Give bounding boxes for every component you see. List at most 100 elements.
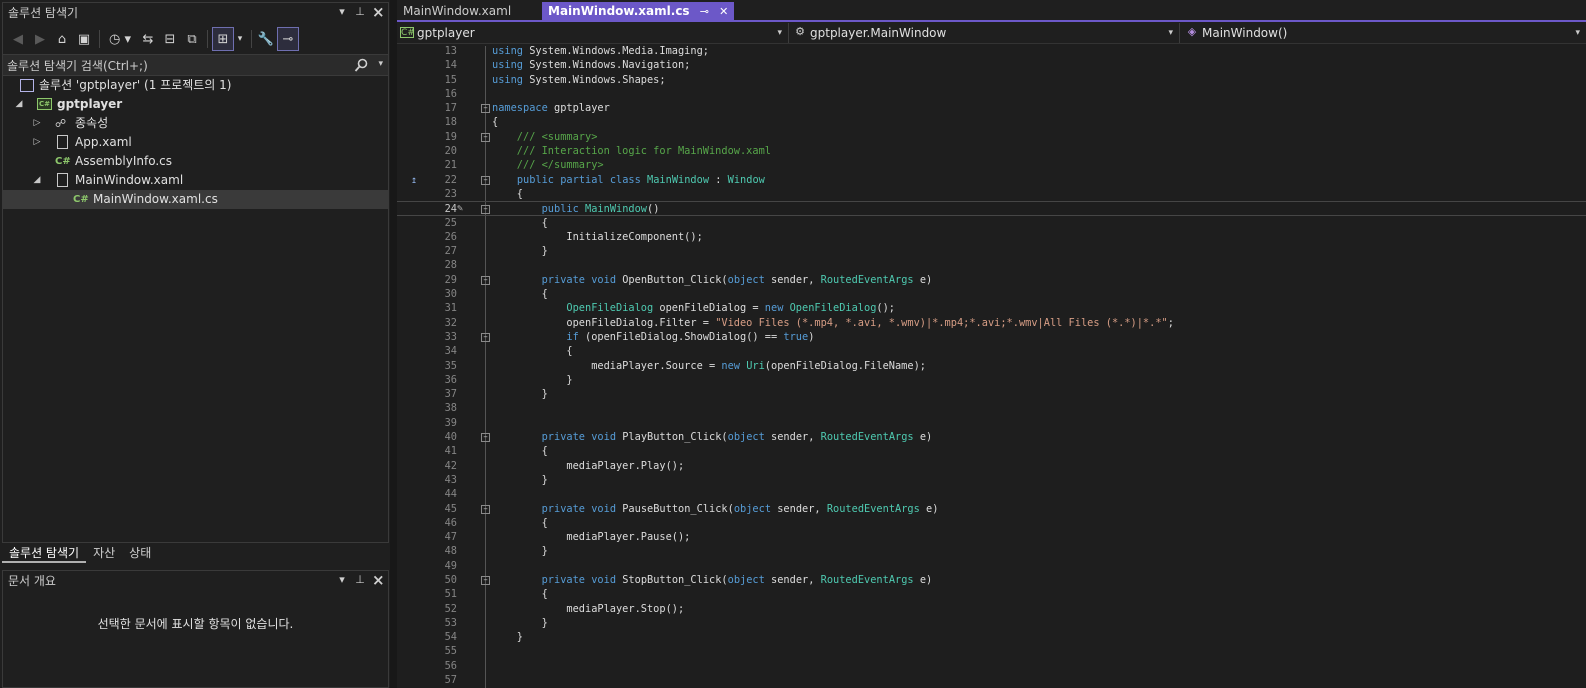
collapse-region-icon[interactable]: −	[481, 175, 490, 185]
code-line[interactable]: 41 {	[397, 444, 1586, 458]
quick-actions-brush-icon[interactable]: ✎	[457, 202, 463, 216]
code-line[interactable]: 54 }	[397, 630, 1586, 644]
tab-mainwindow-xaml-cs[interactable]: MainWindow.xaml.cs ⊸ ✕	[542, 2, 735, 21]
code-line[interactable]: 51 {	[397, 587, 1586, 601]
expanded-chevron-icon[interactable]: ◢	[31, 171, 43, 190]
collapse-region-icon[interactable]: −	[481, 205, 490, 215]
code-line[interactable]: 40 − private void PlayButton_Click(object…	[397, 430, 1586, 444]
project-dropdown[interactable]: C# gptplayer ▾	[397, 23, 789, 43]
code-line[interactable]: 22 ↥ − public partial class MainWindow : W…	[397, 173, 1586, 187]
search-icon[interactable]	[354, 58, 368, 73]
preview-selected-items-icon[interactable]: ⊞	[212, 27, 234, 51]
member-dropdown[interactable]: ◈ MainWindow() ▾	[1182, 23, 1586, 43]
code-line[interactable]: 57	[397, 673, 1586, 687]
code-line[interactable]: 31 OpenFileDialog openFileDialog = new O…	[397, 301, 1586, 315]
collapse-region-icon[interactable]: −	[481, 504, 490, 514]
code-line[interactable]: 50 − private void StopButton_Click(object…	[397, 573, 1586, 587]
code-line[interactable]: 53 }	[397, 616, 1586, 630]
home-icon[interactable]: ⌂	[51, 27, 73, 51]
tree-item-assemblyinfo[interactable]: C# AssemblyInfo.cs	[3, 152, 388, 171]
code-text-area[interactable]: 13 using System.Windows.Media.Imaging; 14 u…	[397, 44, 1586, 688]
code-line[interactable]: 38	[397, 401, 1586, 415]
code-line[interactable]: 49	[397, 559, 1586, 573]
code-line[interactable]: 15 using System.Windows.Shapes;	[397, 73, 1586, 87]
code-line[interactable]: 13 using System.Windows.Media.Imaging;	[397, 44, 1586, 58]
back-icon[interactable]: ◀	[7, 27, 29, 51]
code-line[interactable]: 25 {	[397, 216, 1586, 230]
dock-splitter[interactable]	[390, 0, 397, 688]
window-position-dropdown-icon[interactable]: ▾	[336, 5, 348, 19]
code-line[interactable]: 44	[397, 487, 1586, 501]
type-dropdown[interactable]: ⚙ gptplayer.MainWindow ▾	[790, 23, 1180, 43]
code-line[interactable]: 23 {	[397, 187, 1586, 201]
code-line[interactable]: 32 openFileDialog.Filter = "Video Files …	[397, 316, 1586, 330]
code-line[interactable]: 48 }	[397, 544, 1586, 558]
code-line[interactable]: 33 − if (openFileDialog.ShowDialog() == t…	[397, 330, 1586, 344]
pin-icon[interactable]: ⊥	[354, 5, 366, 19]
tab-mainwindow-xaml[interactable]: MainWindow.xaml	[397, 2, 517, 20]
code-line[interactable]: 52 mediaPlayer.Stop();	[397, 602, 1586, 616]
search-options-dropdown-icon[interactable]: ▾	[378, 59, 383, 69]
code-line[interactable]: 42 mediaPlayer.Play();	[397, 459, 1586, 473]
code-line[interactable]: 56	[397, 659, 1586, 673]
code-line[interactable]: 37 }	[397, 387, 1586, 401]
codelens-inheritance-icon[interactable]: ↥	[411, 174, 417, 188]
collapse-region-icon[interactable]: −	[481, 104, 490, 114]
tab-assets[interactable]: 자산	[86, 543, 122, 563]
show-all-files-icon[interactable]: ⧉	[181, 27, 203, 51]
code-line[interactable]: 35 mediaPlayer.Source = new Uri(openFile…	[397, 359, 1586, 373]
code-line[interactable]: 19 − /// <summary>	[397, 130, 1586, 144]
code-line[interactable]: 21 /// </summary>	[397, 158, 1586, 172]
close-panel-icon[interactable]: ×	[372, 5, 385, 20]
tab-close-icon[interactable]: ✕	[719, 3, 728, 21]
switch-views-icon[interactable]: ▣	[73, 27, 95, 51]
properties-wrench-icon[interactable]: 🔧	[255, 27, 277, 51]
code-line[interactable]: 16	[397, 87, 1586, 101]
code-line[interactable]: 47 mediaPlayer.Pause();	[397, 530, 1586, 544]
code-line[interactable]: 55	[397, 644, 1586, 658]
tree-item-app-xaml[interactable]: ▷ App.xaml	[3, 133, 388, 152]
code-line[interactable]: 45 − private void PauseButton_Click(objec…	[397, 502, 1586, 516]
collapse-region-icon[interactable]: −	[481, 132, 490, 142]
code-line[interactable]: 14 using System.Windows.Navigation;	[397, 58, 1586, 72]
collapse-all-icon[interactable]: ⊟	[159, 27, 181, 51]
collapsed-chevron-icon[interactable]: ▷	[31, 133, 43, 152]
tree-item-solution[interactable]: 솔루션 'gptplayer' (1 프로젝트의 1)	[3, 76, 388, 95]
solution-explorer-search-input[interactable]	[7, 57, 347, 74]
pin-icon[interactable]: ⊥	[354, 573, 366, 587]
code-line[interactable]: 43 }	[397, 473, 1586, 487]
code-line[interactable]: 30 {	[397, 287, 1586, 301]
close-panel-icon[interactable]: ×	[372, 573, 385, 588]
code-line[interactable]: 20 /// Interaction logic for MainWindow.…	[397, 144, 1586, 158]
tree-item-mainwindow-xaml[interactable]: ◢ MainWindow.xaml	[3, 171, 388, 190]
code-line[interactable]: 46 {	[397, 516, 1586, 530]
expanded-chevron-icon[interactable]: ◢	[13, 95, 25, 114]
collapse-region-icon[interactable]: −	[481, 275, 490, 285]
code-line[interactable]: 29 − private void OpenButton_Click(object…	[397, 273, 1586, 287]
sync-with-active-document-icon[interactable]: ⇆	[137, 27, 159, 51]
tree-item-mainwindow-xaml-cs[interactable]: C# MainWindow.xaml.cs	[3, 190, 388, 209]
code-line[interactable]: 18 {	[397, 115, 1586, 129]
code-line[interactable]: 17 − namespace gptplayer	[397, 101, 1586, 115]
forward-icon[interactable]: ▶	[29, 27, 51, 51]
code-line[interactable]: 34 {	[397, 344, 1586, 358]
pending-changes-filter-icon[interactable]: ◷ ▾	[105, 27, 135, 51]
code-line[interactable]: 36 }	[397, 373, 1586, 387]
tab-states[interactable]: 상태	[122, 543, 158, 563]
collapse-region-icon[interactable]: −	[481, 575, 490, 585]
preview-selected-toggle-icon[interactable]: ⊸	[277, 27, 299, 51]
tree-item-project[interactable]: ◢ C# gptplayer	[3, 95, 388, 114]
tab-solution-explorer[interactable]: 솔루션 탐색기	[2, 543, 87, 563]
preview-dropdown-icon[interactable]: ▾	[234, 27, 246, 51]
code-line[interactable]: 24 ✎ − public MainWindow()	[397, 201, 1586, 216]
code-line[interactable]: 27 }	[397, 244, 1586, 258]
window-position-dropdown-icon[interactable]: ▾	[336, 573, 348, 587]
collapsed-chevron-icon[interactable]: ▷	[31, 114, 43, 133]
code-line[interactable]: 28	[397, 258, 1586, 272]
collapse-region-icon[interactable]: −	[481, 433, 490, 443]
collapse-region-icon[interactable]: −	[481, 332, 490, 342]
tab-pin-icon[interactable]: ⊸	[700, 3, 709, 21]
code-line[interactable]: 26 InitializeComponent();	[397, 230, 1586, 244]
tree-item-dependencies[interactable]: ▷ ☍ 종속성	[3, 114, 388, 133]
code-line[interactable]: 39	[397, 416, 1586, 430]
